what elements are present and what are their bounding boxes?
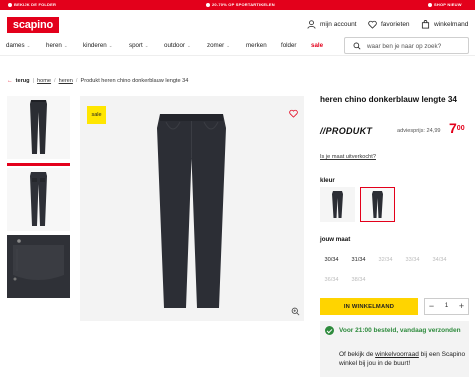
- size-option-38-34[interactable]: 38/34: [347, 273, 370, 287]
- nav-item-kinderen[interactable]: kinderen ⌄: [83, 42, 113, 49]
- chevron-down-icon: ⌄: [108, 43, 113, 48]
- chevron-down-icon: ⌄: [144, 43, 149, 48]
- favorites-link[interactable]: favorieten: [368, 20, 410, 29]
- promo-sport-link[interactable]: 20-70% OP SPORTARTIKELEN: [206, 2, 275, 7]
- nav-item-zomer[interactable]: zomer ⌄: [207, 42, 230, 49]
- nav-item-heren[interactable]: heren ⌄: [46, 42, 68, 49]
- swatch-pants-image: [372, 191, 383, 218]
- cart-link[interactable]: winkelmand: [421, 20, 468, 29]
- pants-main-image: [157, 114, 226, 308]
- size-option-34-34[interactable]: 34/34: [428, 253, 451, 267]
- heart-icon: [368, 20, 377, 29]
- quantity-value[interactable]: 1: [438, 299, 455, 314]
- back-link[interactable]: terug: [16, 78, 30, 84]
- store-stock-link[interactable]: winkelvoorraad: [375, 351, 419, 358]
- swatch-pants-image: [332, 191, 343, 218]
- promo-dot-icon: [428, 2, 432, 7]
- size-option-32-34[interactable]: 32/34: [374, 253, 397, 267]
- sale-badge: sale: [87, 106, 106, 124]
- breadcrumb-heren[interactable]: heren: [59, 78, 73, 84]
- check-icon: [325, 326, 334, 335]
- promo-folder-link[interactable]: BEKIJK DE FOLDER: [8, 2, 56, 7]
- nav-item-dames[interactable]: dames ⌄: [6, 42, 30, 49]
- size-sold-out-link[interactable]: Is je maat uitverkocht?: [320, 154, 376, 160]
- search-box: [344, 37, 469, 54]
- thumbnail-front[interactable]: [7, 96, 70, 159]
- search-icon[interactable]: [353, 42, 361, 50]
- quantity-plus-button[interactable]: +: [455, 299, 468, 314]
- product-title: heren chino donkerblauw lengte 34: [320, 95, 457, 104]
- breadcrumb-current: Produkt heren chino donkerblauw lengte 3…: [80, 78, 189, 84]
- size-option-36-34[interactable]: 36/34: [320, 273, 343, 287]
- breadcrumb-home[interactable]: home: [37, 78, 51, 84]
- account-link[interactable]: mijn account: [307, 20, 357, 29]
- delivery-body: Of bekijk de winkelvoorraad bij een Scap…: [339, 351, 466, 367]
- color-swatch-1[interactable]: [320, 187, 355, 222]
- promo-bar: BEKIJK DE FOLDER 20-70% OP SPORTARTIKELE…: [0, 0, 475, 10]
- fabric-detail-image: [7, 235, 70, 298]
- add-to-cart-button[interactable]: IN WINKELMAND: [320, 298, 418, 315]
- pants-front-image: [30, 100, 47, 154]
- product-main-image[interactable]: [80, 96, 304, 321]
- chevron-down-icon: ⌄: [226, 43, 230, 48]
- nav-item-sale[interactable]: sale: [311, 42, 323, 49]
- promo-new-link[interactable]: SHOP NIEUW: [428, 2, 462, 7]
- quantity-minus-button[interactable]: −: [425, 299, 438, 314]
- delivery-heading: Voor 21:00 besteld, vandaag verzonden: [339, 327, 461, 334]
- thumbnail-active-indicator: [7, 163, 70, 166]
- color-label: kleur: [320, 177, 335, 184]
- size-option-31-34[interactable]: 31/34: [347, 253, 370, 267]
- promo-dot-icon: [8, 2, 12, 7]
- nav-item-folder[interactable]: folder: [281, 42, 296, 49]
- size-option-33-34[interactable]: 33/34: [401, 253, 424, 267]
- color-swatch-2-selected[interactable]: [360, 187, 395, 222]
- quantity-stepper: − 1 +: [424, 298, 469, 315]
- size-label: jouw maat: [320, 236, 351, 243]
- breadcrumb-separator: /: [75, 78, 78, 84]
- scapino-logo[interactable]: scapino: [7, 17, 59, 33]
- nav-item-outdoor[interactable]: outdoor ⌄: [164, 42, 191, 49]
- cart-icon: [421, 20, 430, 29]
- size-option-30-34[interactable]: 30/34: [320, 253, 343, 267]
- promo-dot-icon: [206, 2, 210, 7]
- chevron-down-icon: ⌄: [26, 43, 31, 48]
- thumbnail-detail[interactable]: [7, 235, 70, 298]
- thumbnail-back[interactable]: [7, 168, 70, 231]
- breadcrumb-separator: |: [32, 78, 35, 84]
- nav-item-merken[interactable]: merken: [246, 42, 267, 49]
- delivery-info: Voor 21:00 besteld, vandaag verzonden Of…: [320, 321, 469, 377]
- nav-item-sport[interactable]: sport ⌄: [129, 42, 149, 49]
- chevron-down-icon: ⌄: [187, 43, 191, 48]
- user-icon: [307, 20, 316, 29]
- arrow-left-icon[interactable]: ←: [7, 78, 13, 84]
- pants-back-image: [30, 172, 47, 226]
- search-input[interactable]: [367, 40, 465, 52]
- breadcrumb-separator: /: [54, 78, 56, 84]
- price: 700: [449, 120, 465, 136]
- chevron-down-icon: ⌄: [63, 43, 68, 48]
- favorite-heart-icon[interactable]: [289, 109, 298, 118]
- zoom-icon[interactable]: [291, 307, 300, 316]
- breadcrumb: ← terug | home / heren / Produkt heren c…: [7, 78, 188, 84]
- advice-price: adviesprijs: 24,99: [397, 128, 441, 134]
- brand-logo[interactable]: //PRODUKT: [320, 126, 372, 136]
